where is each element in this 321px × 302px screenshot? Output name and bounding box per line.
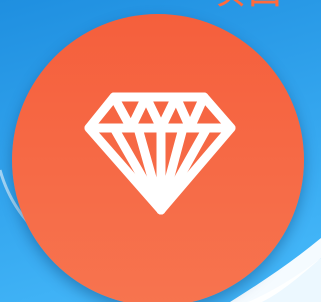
badge-circle	[12, 14, 304, 302]
diamond-badge[interactable]	[12, 14, 304, 302]
tile: 项目	[0, 0, 321, 302]
